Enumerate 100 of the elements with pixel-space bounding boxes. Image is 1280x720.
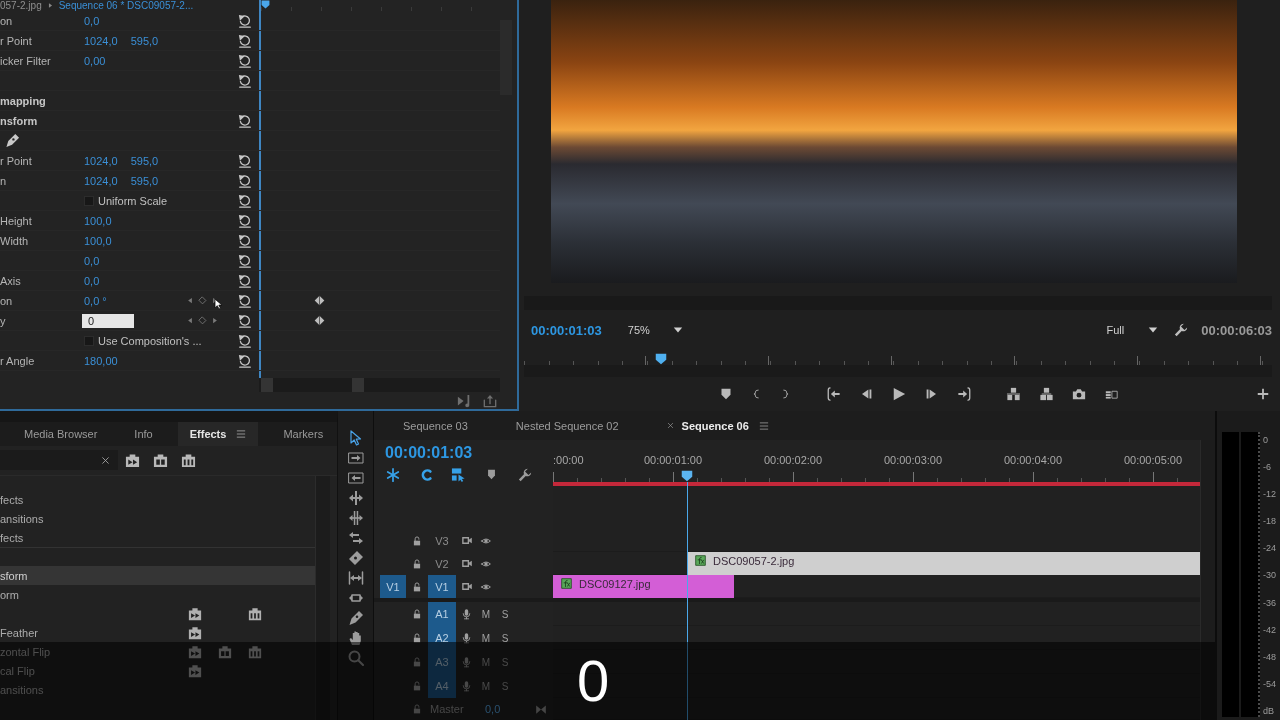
right-brace-icon[interactable] xyxy=(781,387,790,401)
property-value[interactable]: 0,0 xyxy=(84,274,100,287)
sequence-tab[interactable]: Sequence 03 xyxy=(391,413,482,438)
reset-icon[interactable] xyxy=(238,193,252,208)
section-title[interactable]: nsform xyxy=(0,114,230,127)
reset-icon[interactable] xyxy=(238,273,252,288)
property-value[interactable]: 180,00 xyxy=(84,354,118,367)
lock-icon[interactable] xyxy=(412,557,422,570)
effect-list-item[interactable]: ansitions xyxy=(0,509,315,528)
chevron-icon[interactable] xyxy=(47,2,53,9)
reset-icon[interactable] xyxy=(238,233,252,248)
property-value[interactable]: 1024,0 xyxy=(84,174,118,187)
lock-icon[interactable] xyxy=(412,632,422,644)
menu-icon[interactable] xyxy=(236,429,247,439)
eye-icon[interactable] xyxy=(480,535,492,546)
microphone-icon[interactable] xyxy=(461,632,472,644)
marker-icon[interactable] xyxy=(720,388,732,400)
property-value[interactable]: 0,00 xyxy=(84,54,106,67)
two-panel-badge-icon[interactable] xyxy=(153,452,168,468)
bar-split-arrows-icon[interactable] xyxy=(347,490,364,506)
close-icon[interactable] xyxy=(101,455,110,465)
reset-icon[interactable] xyxy=(238,153,252,168)
lock-icon[interactable] xyxy=(412,534,422,547)
wrench-icon[interactable] xyxy=(517,467,532,482)
track-target[interactable]: V1 xyxy=(428,575,456,598)
effect-list-item[interactable]: fects xyxy=(0,528,315,547)
property-value[interactable]: 595,0 xyxy=(130,154,159,167)
zoom-dropdown[interactable]: 75% xyxy=(627,324,683,336)
eye-icon[interactable] xyxy=(480,558,492,569)
right-arrow-brace-icon[interactable] xyxy=(957,387,972,401)
clip[interactable]: DSC09127.jpg xyxy=(553,575,734,598)
video-camera-icon[interactable] xyxy=(461,581,473,592)
panel-tab[interactable]: Markers xyxy=(271,422,336,446)
pen-icon[interactable] xyxy=(5,133,20,148)
three-bar-badge-icon[interactable] xyxy=(181,452,196,468)
track-target[interactable]: V3 xyxy=(428,529,456,552)
hand-icon[interactable] xyxy=(347,630,364,646)
reset-icon[interactable] xyxy=(238,73,252,88)
pen-icon[interactable] xyxy=(347,610,364,626)
timecode[interactable]: 00:00:01:03 xyxy=(531,322,602,338)
reset-icon[interactable] xyxy=(238,53,252,68)
diamond-icon[interactable] xyxy=(314,315,325,326)
fast-forward-badge-icon[interactable] xyxy=(125,452,140,468)
track-target[interactable]: A2 xyxy=(428,626,456,650)
lock-icon[interactable] xyxy=(412,580,422,593)
reset-icon[interactable] xyxy=(238,13,252,28)
property-value[interactable]: 1024,0 xyxy=(84,34,118,47)
source-patch[interactable]: V1 xyxy=(380,575,406,598)
horizontal-scrollbar[interactable] xyxy=(524,365,1272,377)
playhead-line[interactable] xyxy=(686,482,688,720)
diamond-icon[interactable] xyxy=(314,295,325,306)
source-clip-name[interactable]: 057-2.jpg xyxy=(0,0,42,11)
section-title[interactable]: mapping xyxy=(0,94,230,107)
diamond-outline-icon[interactable] xyxy=(198,316,207,325)
search-field[interactable] xyxy=(0,450,118,470)
video-camera-icon[interactable] xyxy=(461,558,473,569)
track-target[interactable]: V2 xyxy=(428,552,456,575)
left-arrow-icon[interactable] xyxy=(187,296,193,305)
clip[interactable]: DSC09057-2.jpg xyxy=(687,552,1200,575)
left-brace-icon[interactable] xyxy=(752,387,761,401)
panel-tab[interactable]: Media Browser xyxy=(12,422,110,446)
value-input[interactable]: 0 xyxy=(82,313,134,328)
pointer-arrow-icon[interactable] xyxy=(347,430,364,446)
panel-tab[interactable]: Info xyxy=(122,422,165,446)
resolution-dropdown[interactable]: Full xyxy=(1106,324,1159,336)
menu-icon[interactable] xyxy=(758,420,769,431)
solo-button[interactable]: S xyxy=(499,632,511,644)
property-value[interactable]: 0,0 ° xyxy=(84,294,107,307)
blocks-cursor-icon[interactable] xyxy=(451,467,466,482)
plus-icon[interactable] xyxy=(1257,388,1269,400)
stacked-blocks-icon[interactable] xyxy=(1005,387,1022,401)
sequence-clip-name[interactable]: Sequence 06 * DSC09057-2... xyxy=(58,0,194,11)
brace-left-arrow-icon[interactable] xyxy=(826,387,841,401)
eye-icon[interactable] xyxy=(480,581,492,592)
microphone-icon[interactable] xyxy=(461,608,472,620)
step-forward-icon[interactable] xyxy=(925,388,938,400)
property-value[interactable]: 595,0 xyxy=(130,174,159,187)
bracket-arrows-icon[interactable] xyxy=(347,570,364,586)
solo-button[interactable]: S xyxy=(499,608,511,620)
reset-icon[interactable] xyxy=(238,313,252,328)
diamond-outline-icon[interactable] xyxy=(198,296,207,305)
timecode[interactable]: 00:00:01:03 xyxy=(385,443,553,462)
settings-icon[interactable] xyxy=(1174,323,1189,337)
sequence-tab[interactable]: Sequence 06 xyxy=(654,413,781,438)
effect-list-item[interactable]: fects xyxy=(0,490,315,509)
effect-list-item[interactable]: orm xyxy=(0,585,315,604)
effect-list-item[interactable]: Feather xyxy=(0,623,315,642)
property-value[interactable]: 100,0 xyxy=(84,214,112,227)
reset-icon[interactable] xyxy=(238,293,252,308)
property-value[interactable]: 0,0 xyxy=(84,14,100,27)
reset-icon[interactable] xyxy=(238,113,252,128)
reset-icon[interactable] xyxy=(238,213,252,228)
reset-icon[interactable] xyxy=(238,33,252,48)
reset-icon[interactable] xyxy=(238,253,252,268)
reset-icon[interactable] xyxy=(238,353,252,368)
effect-list-item[interactable]: sform xyxy=(0,566,315,585)
close-icon[interactable] xyxy=(666,422,674,429)
blade-icon[interactable] xyxy=(347,550,364,566)
marker-icon[interactable] xyxy=(486,469,497,480)
double-bar-arrows-icon[interactable] xyxy=(347,510,364,526)
